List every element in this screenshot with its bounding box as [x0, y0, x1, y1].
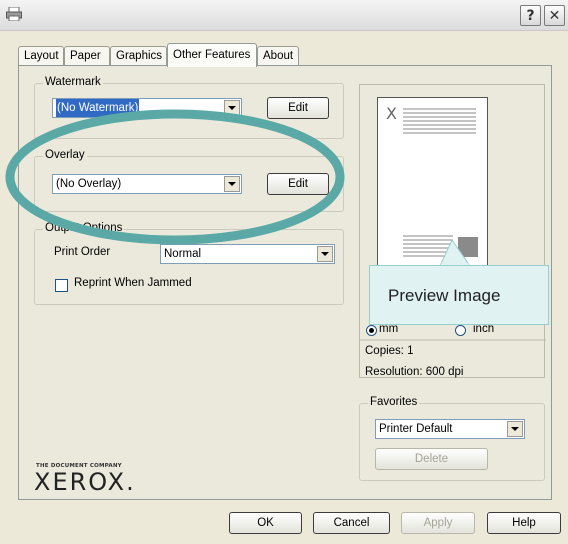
xerox-logo: XEROX.	[34, 468, 136, 496]
tab-other-features[interactable]: Other Features	[167, 43, 257, 67]
cancel-button[interactable]: Cancel	[313, 512, 390, 534]
apply-button[interactable]: Apply	[401, 512, 475, 534]
preview-image-callout: Preview Image	[369, 265, 549, 325]
help-button[interactable]: Help	[487, 512, 561, 534]
ok-button[interactable]: OK	[229, 512, 302, 534]
printer-properties-dialog: ? ✕ Layout Paper Graphics Other Features…	[0, 0, 568, 544]
